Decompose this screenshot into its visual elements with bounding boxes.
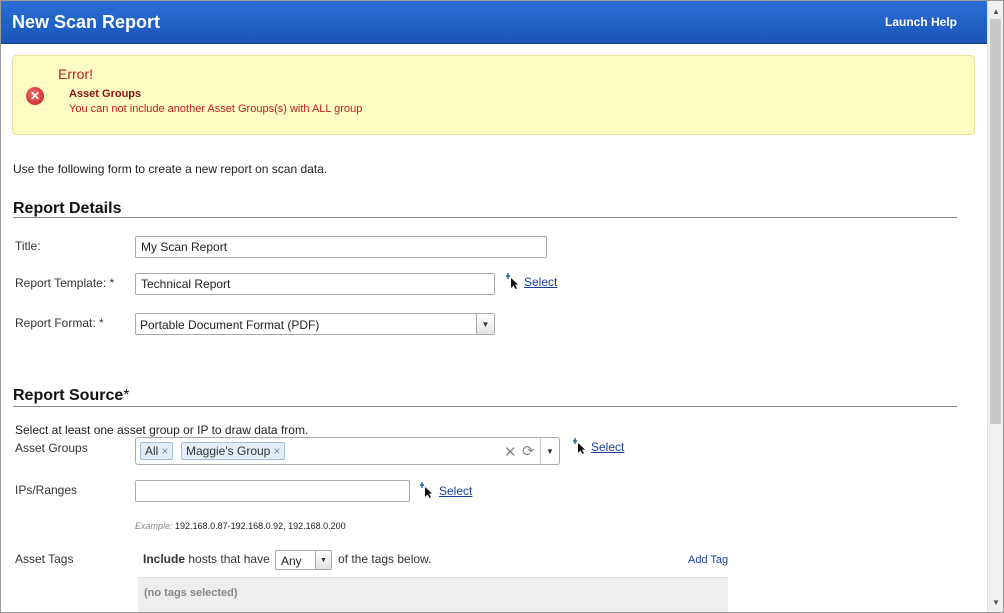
error-title: Error!	[58, 66, 93, 82]
remove-chip-icon[interactable]: ×	[161, 444, 168, 458]
scroll-down-icon[interactable]: ▼	[988, 594, 1003, 610]
title-bar: New Scan Report Launch Help	[1, 1, 987, 44]
ip-example: Example: 192.168.0.87-192.168.0.92, 192.…	[135, 521, 346, 531]
select-cursor-icon[interactable]	[420, 482, 434, 498]
example-value: 192.168.0.87-192.168.0.92, 192.168.0.200	[172, 521, 346, 531]
format-dropdown[interactable]: Portable Document Format (PDF) ▼	[135, 313, 495, 335]
chip-label: Maggie's Group	[186, 444, 271, 458]
window-title: New Scan Report	[12, 12, 161, 32]
format-label: Report Format: *	[15, 316, 104, 330]
chevron-down-icon[interactable]: ▼	[315, 551, 331, 569]
section-divider	[13, 406, 957, 407]
vertical-scrollbar[interactable]: ▲ ▼	[987, 1, 1003, 612]
title-input[interactable]	[135, 236, 547, 258]
title-label: Title:	[15, 239, 41, 253]
asset-groups-label: Asset Groups	[15, 441, 88, 455]
ips-ranges-label: IPs/Ranges	[15, 483, 78, 497]
scroll-up-icon[interactable]: ▲	[988, 3, 1003, 19]
section-divider	[13, 217, 957, 218]
format-selected-value: Portable Document Format (PDF)	[140, 318, 320, 332]
asset-tags-label: Asset Tags	[15, 552, 74, 566]
error-message: You can not include another Asset Groups…	[69, 103, 363, 115]
asset-group-chip: Maggie's Group ×	[181, 442, 286, 460]
remove-chip-icon[interactable]: ×	[273, 444, 280, 458]
include-rest-text: hosts that have	[185, 552, 270, 566]
example-prefix: Example:	[135, 521, 173, 531]
required-marker: *	[123, 387, 130, 404]
asset-group-chip: All ×	[140, 442, 174, 460]
template-label: Report Template: *	[15, 276, 115, 290]
intro-text: Use the following form to create a new r…	[13, 162, 328, 176]
select-cursor-icon[interactable]	[573, 438, 587, 454]
ips-ranges-input[interactable]	[135, 480, 410, 502]
select-cursor-icon[interactable]	[506, 273, 520, 289]
chip-label: All	[145, 444, 159, 458]
asset-groups-multiselect[interactable]: All × Maggie's Group × ✕ ⟳ ▼	[135, 437, 560, 465]
report-source-heading-text: Report Source	[13, 387, 124, 404]
error-x-icon: ✕	[26, 87, 44, 105]
form-content: ✕ Error! Asset Groups You can not includ…	[1, 44, 987, 612]
include-bold-text: Include	[143, 552, 186, 566]
scrollbar-thumb[interactable]	[990, 19, 1001, 424]
error-banner: ✕ Error! Asset Groups You can not includ…	[12, 55, 975, 135]
tags-after-text: of the tags below.	[338, 552, 432, 566]
asset-groups-select-link[interactable]: Select	[591, 440, 624, 454]
tag-match-value: Any	[281, 554, 302, 568]
chevron-down-icon[interactable]: ▼	[476, 314, 494, 334]
selected-tags-panel: (no tags selected)	[138, 577, 728, 612]
report-window: New Scan Report Launch Help ▲ ▼ ✕ Error!…	[0, 0, 1004, 613]
no-tags-text: (no tags selected)	[144, 587, 238, 599]
source-hint: Select at least one asset group or IP to…	[15, 423, 309, 437]
template-field[interactable]: Technical Report	[135, 273, 495, 295]
error-field-name: Asset Groups	[69, 88, 142, 100]
clear-icon[interactable]: ✕	[504, 443, 517, 461]
chevron-down-icon[interactable]: ▼	[540, 438, 559, 464]
tag-match-dropdown[interactable]: Any ▼	[275, 550, 332, 570]
ips-select-link[interactable]: Select	[439, 484, 472, 498]
template-select-link[interactable]: Select	[524, 275, 557, 289]
tags-include-text: Include hosts that have	[143, 552, 270, 566]
report-source-heading: Report Source*	[13, 387, 129, 405]
report-details-heading: Report Details	[13, 200, 122, 217]
add-tag-link[interactable]: Add Tag	[688, 554, 728, 566]
launch-help-link[interactable]: Launch Help	[885, 15, 957, 29]
refresh-icon[interactable]: ⟳	[522, 442, 535, 460]
